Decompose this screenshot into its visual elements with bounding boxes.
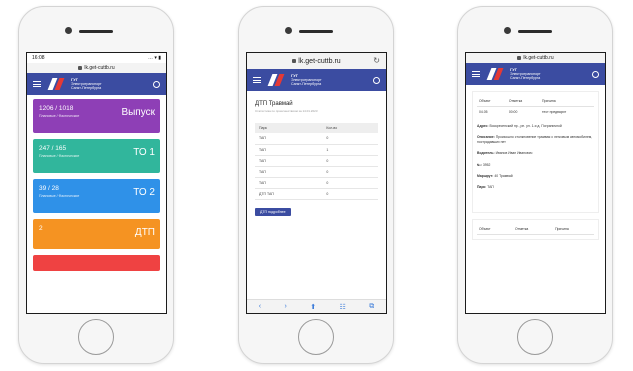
speaker-icon — [299, 30, 333, 33]
home-button[interactable] — [298, 319, 334, 355]
detail-card: Объект Отметка Причина 04.05 00:00 тест … — [472, 91, 599, 213]
incidents-table: Парк Кол-во ТАП 0 ТАП 1 ТАП 0 ТАП 0 ТАП 0 ДТП… — [255, 123, 378, 200]
back-icon[interactable]: ‹ — [259, 303, 261, 310]
screen-details: lk.get-cuttb.ru ГУГ Электротранспорт Сан… — [465, 52, 606, 314]
menu-icon[interactable] — [33, 81, 41, 87]
tabs-icon[interactable]: ⧉ — [369, 303, 374, 311]
brand-text: ГУГ Электротранспорт Санкт-Петербурга — [510, 66, 541, 81]
url-bar[interactable]: lk.get-cuttb.ru — [27, 63, 166, 73]
phone-incidents: lk.get-cuttb.ru ↻ ГУГ Электротранспорт С… — [238, 6, 394, 364]
detail-card-next: Объект Отметка Причина — [472, 218, 599, 240]
cards-list: 1206 / 1018 Плановые / Фактические Выпус… — [27, 95, 166, 275]
table-row: ТАП 0 — [255, 166, 378, 178]
details-button[interactable]: ДТП подробнее — [255, 207, 291, 216]
brand-text: ГУГ Электротранспорт Санкт-Петербурга — [71, 76, 102, 91]
card-title: Выпуск — [121, 107, 155, 118]
table-row: ДТП ТАП 0 — [255, 188, 378, 200]
card-to1[interactable]: 247 / 165 Плановые / Фактические ТО 1 — [33, 139, 160, 173]
card-release[interactable]: 1206 / 1018 Плановые / Фактические Выпус… — [33, 99, 160, 133]
status-bar: 16:08 … ▾ ▮ — [27, 53, 166, 63]
table-row: ТАП 1 — [255, 144, 378, 156]
brand-text: ГУГ Электротранспорт Санкт-Петербурга — [291, 72, 322, 87]
page-note: Статистика по происшествиям за 14.01.202… — [255, 109, 318, 113]
card-title: ТО 1 — [133, 147, 155, 158]
field-route: Маршрут: 40 Трамвай — [477, 174, 513, 179]
speaker-icon — [79, 30, 113, 33]
card-title: ТО 2 — [133, 187, 155, 198]
url-text: lk.get-cuttb.ru — [523, 55, 554, 61]
card-title: ДТП — [134, 227, 155, 238]
phone-dashboard: 16:08 … ▾ ▮ lk.get-cuttb.ru ГУГ Электрот… — [18, 6, 174, 364]
lock-icon — [78, 66, 83, 70]
app-header: ГУГ Электротранспорт Санкт-Петербурга — [466, 63, 605, 85]
reload-icon[interactable]: ↻ — [373, 56, 380, 65]
table-row: ТАП 0 — [255, 177, 378, 189]
logo-icon — [486, 68, 504, 80]
screen-incidents: lk.get-cuttb.ru ↻ ГУГ Электротранспорт С… — [246, 52, 387, 314]
home-button[interactable] — [517, 319, 553, 355]
incidents-content: ДТП Травмай Статистика по происшествиям … — [247, 91, 386, 228]
table-row: 04.05 00:00 тест предварит — [479, 110, 567, 114]
menu-icon[interactable] — [472, 71, 480, 77]
card-partial[interactable] — [33, 255, 160, 271]
status-time: 16:08 — [32, 55, 45, 61]
browser-toolbar: ‹ › ⬆ ☷ ⧉ — [247, 299, 386, 313]
url-bar[interactable]: lk.get-cuttb.ru — [466, 53, 605, 63]
bookmarks-icon[interactable]: ☷ — [340, 303, 346, 311]
logo-icon — [47, 78, 65, 90]
detail-content: Объект Отметка Причина 04.05 00:00 тест … — [466, 85, 605, 246]
home-button[interactable] — [78, 319, 114, 355]
field-description: Описание: Произошло столкновение трамвая… — [477, 135, 593, 144]
table-row: ТАП 0 — [255, 155, 378, 167]
menu-icon[interactable] — [253, 77, 261, 83]
app-header: ГУГ Электротранспорт Санкт-Петербурга — [27, 73, 166, 95]
phone-details: lk.get-cuttb.ru ГУГ Электротранспорт Сан… — [457, 6, 613, 364]
share-icon[interactable]: ⬆ — [310, 303, 316, 311]
camera-icon — [65, 27, 72, 34]
table-row: ТАП 0 — [255, 133, 378, 145]
field-number: №: 3952 — [477, 162, 491, 167]
speaker-icon — [518, 30, 552, 33]
url-bar[interactable]: lk.get-cuttb.ru ↻ — [247, 53, 386, 69]
page-title: ДТП Травмай — [255, 101, 293, 107]
screen-dashboard: 16:08 … ▾ ▮ lk.get-cuttb.ru ГУГ Электрот… — [26, 52, 167, 314]
logo-icon — [267, 74, 285, 86]
camera-icon — [504, 27, 511, 34]
lock-icon — [517, 56, 522, 60]
lock-icon — [292, 59, 297, 63]
url-text: lk.get-cuttb.ru — [298, 57, 341, 65]
card-dtp[interactable]: 2 ДТП — [33, 219, 160, 249]
url-text: lk.get-cuttb.ru — [84, 65, 115, 71]
forward-icon[interactable]: › — [284, 303, 286, 310]
stage: 16:08 … ▾ ▮ lk.get-cuttb.ru ГУГ Электрот… — [0, 0, 633, 371]
camera-icon — [285, 27, 292, 34]
field-address: Адрес: Воскресенский пр., рн. ул. 1-я д.… — [477, 124, 562, 128]
detail-table: Объект Отметка Причина 04.05 00:00 тест … — [477, 96, 594, 117]
app-header: ГУГ Электротранспорт Санкт-Петербурга — [247, 69, 386, 91]
table-header: Парк — [255, 123, 323, 133]
status-signal: … ▾ ▮ — [147, 55, 161, 61]
settings-icon[interactable] — [153, 80, 160, 88]
settings-icon[interactable] — [373, 76, 380, 84]
table-header: Кол-во — [322, 123, 378, 133]
settings-icon[interactable] — [592, 70, 599, 78]
field-driver: Водитель: Иванов Иван Иванович — [477, 151, 533, 156]
detail-table: Объект Отметка Причина — [477, 223, 594, 235]
card-to2[interactable]: 39 / 28 Плановые / Фактические ТО 2 — [33, 179, 160, 213]
